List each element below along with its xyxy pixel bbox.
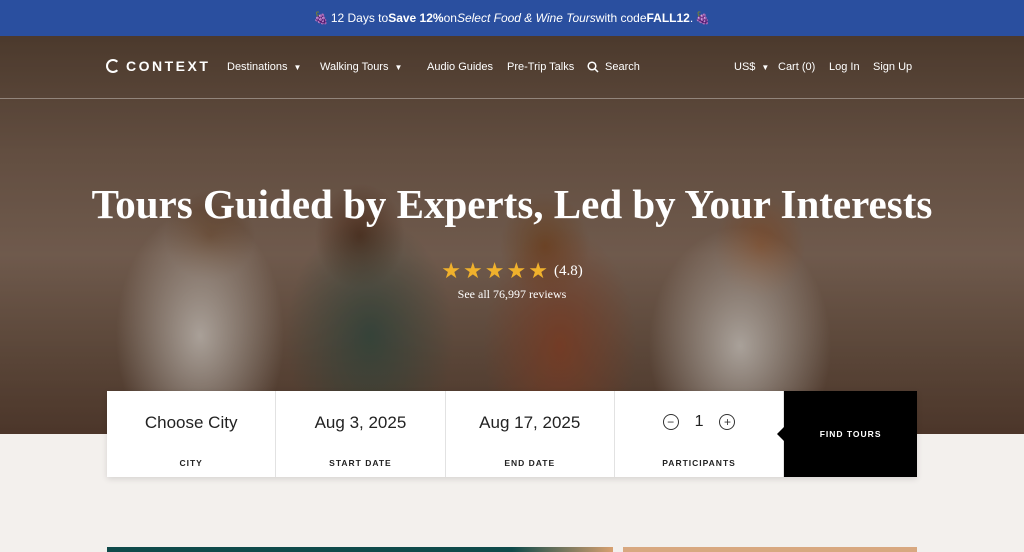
nav-cart[interactable]: Cart (0) [778,61,815,73]
rating-stars: ★ ★ ★ ★ ★ (4.8) [0,260,1024,282]
city-value: Choose City [144,413,238,432]
currency-label: US$ [734,61,756,73]
nav-destinations-label: Destinations [227,61,288,73]
nav-destinations[interactable]: Destinations ▼ [227,61,301,73]
grapes-icon: 🍇 [313,11,329,25]
end-date-label: END DATE [504,458,556,468]
chevron-down-icon: ▼ [394,62,403,72]
nav-walking-tours[interactable]: Walking Tours ▼ [320,61,402,73]
start-date-label: START DATE [329,458,392,468]
participants-label: PARTICIPANTS [662,458,736,468]
nav-audio-guides-label: Audio Guides [427,61,494,73]
grapes-icon: 🍇 [695,11,711,25]
start-date-value: Aug 3, 2025 [314,413,407,432]
star-icon: ★ [528,258,548,283]
participants-stepper: − 1 + [615,413,783,431]
plus-icon[interactable]: + [719,414,736,430]
nav-cart-label: Cart (0) [778,61,816,73]
promo-code: FALL12 [646,11,690,25]
nav-login[interactable]: Log In [829,61,860,73]
end-date-value: Aug 17, 2025 [479,413,581,432]
chevron-down-icon: ▼ [761,62,770,72]
logo[interactable]: CONTEXT [106,58,210,74]
tour-search-bar: Choose City CITY Aug 3, 2025 START DATE … [107,391,918,477]
feature-card[interactable] [623,547,917,552]
star-icon: ★ [441,258,462,283]
nav-signup[interactable]: Sign Up [873,61,912,73]
find-tours-button[interactable]: FIND TOURS [777,391,918,477]
participants-field: − 1 + PARTICIPANTS [614,391,785,477]
promo-text-mid: on [443,11,457,25]
promo-text-post: with code [595,11,647,25]
nav-audio-guides[interactable]: Audio Guides [427,61,493,73]
nav-pre-trip-label: Pre-Trip Talks [507,61,575,73]
hero-title: Tours Guided by Experts, Led by Your Int… [91,181,933,227]
nav-signup-label: Sign Up [873,61,913,73]
city-label: CITY [179,458,203,468]
nav-login-label: Log In [829,61,860,73]
logo-mark-icon [106,59,120,73]
nav-walking-tours-label: Walking Tours [320,61,389,73]
participants-count: 1 [694,413,704,430]
star-icon: ★ [463,258,483,283]
promo-end: . [689,11,694,25]
reviews-link[interactable]: See all 76,997 reviews [0,287,1024,302]
minus-icon[interactable]: − [662,414,679,430]
nav-pre-trip-talks[interactable]: Pre-Trip Talks [507,61,574,73]
search-icon [587,61,599,73]
promo-text-pre: 12 Days to [330,11,389,25]
logo-text: CONTEXT [126,58,211,74]
nav-search-label: Search [605,61,640,73]
currency-selector[interactable]: US$ ▼ [734,61,769,73]
promo-discount: Save 12% [388,11,444,25]
feature-card[interactable] [107,547,613,552]
rating-value: (4.8) [553,262,583,279]
star-icon: ★ [506,258,527,283]
end-date-field[interactable]: Aug 17, 2025 END DATE [445,391,615,477]
top-navigation: CONTEXT Destinations ▼ Walking Tours ▼ A… [0,36,1024,99]
star-icon: ★ [484,258,505,283]
promo-banner: 🍇 12 Days to Save 12% on Select Food & W… [0,0,1024,36]
start-date-field[interactable]: Aug 3, 2025 START DATE [276,391,446,477]
promo-category: Select Food & Wine Tours [456,11,596,25]
nav-search[interactable]: Search [587,61,640,73]
chevron-down-icon: ▼ [293,62,302,72]
city-field[interactable]: Choose City CITY [107,391,277,477]
